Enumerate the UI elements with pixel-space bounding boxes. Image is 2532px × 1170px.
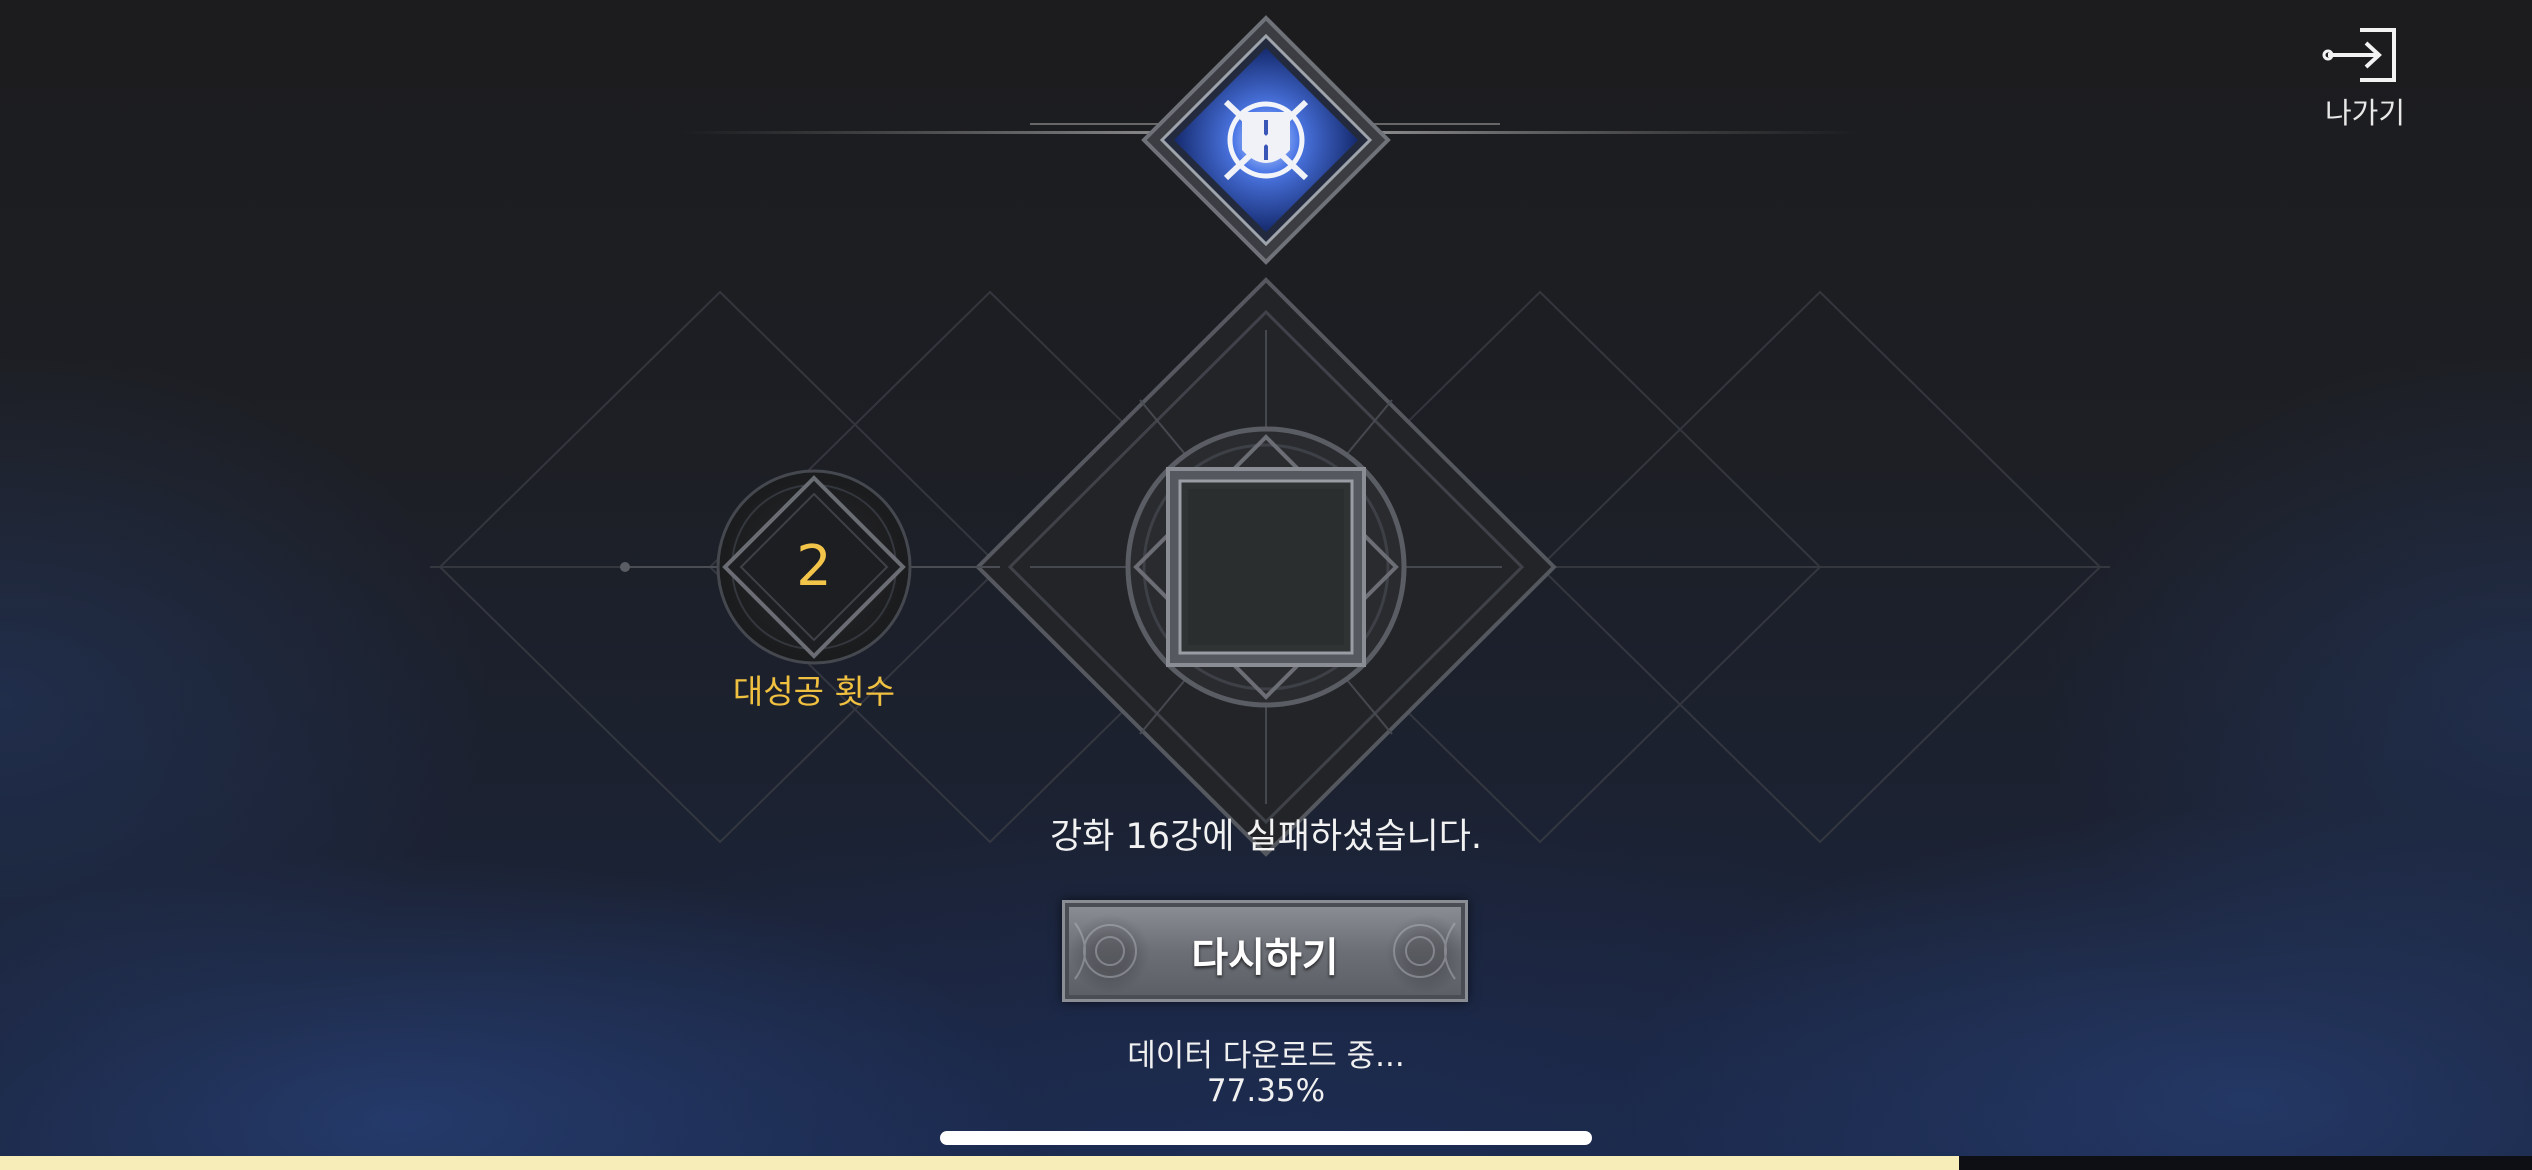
retry-button-label: 다시하기	[1191, 935, 1339, 981]
great-success-count: 2	[796, 534, 832, 599]
enhancement-result-screen: 나가기 2 대성공 횟수 강화 16강에 실패하셨습니다. 다시하기 데이터 다…	[0, 0, 2532, 1170]
exit-door-icon	[2322, 28, 2396, 82]
exit-button[interactable]: 나가기	[2310, 20, 2420, 130]
exit-label: 나가기	[2324, 96, 2406, 130]
download-progress-bar	[0, 1156, 2532, 1170]
download-status: 데이터 다운로드 중...	[1127, 1038, 1405, 1074]
retry-button[interactable]: 다시하기	[1062, 900, 1468, 1002]
great-success-count-label: 대성공 횟수	[732, 672, 896, 711]
home-indicator[interactable]	[940, 1131, 1592, 1145]
shield-crossed-swords-emblem-icon	[1141, 15, 1391, 265]
download-percent: 77.35%	[1206, 1073, 1326, 1109]
result-message: 강화 16강에 실패하셨습니다.	[1049, 817, 1483, 857]
download-progress-fill	[0, 1156, 1959, 1170]
